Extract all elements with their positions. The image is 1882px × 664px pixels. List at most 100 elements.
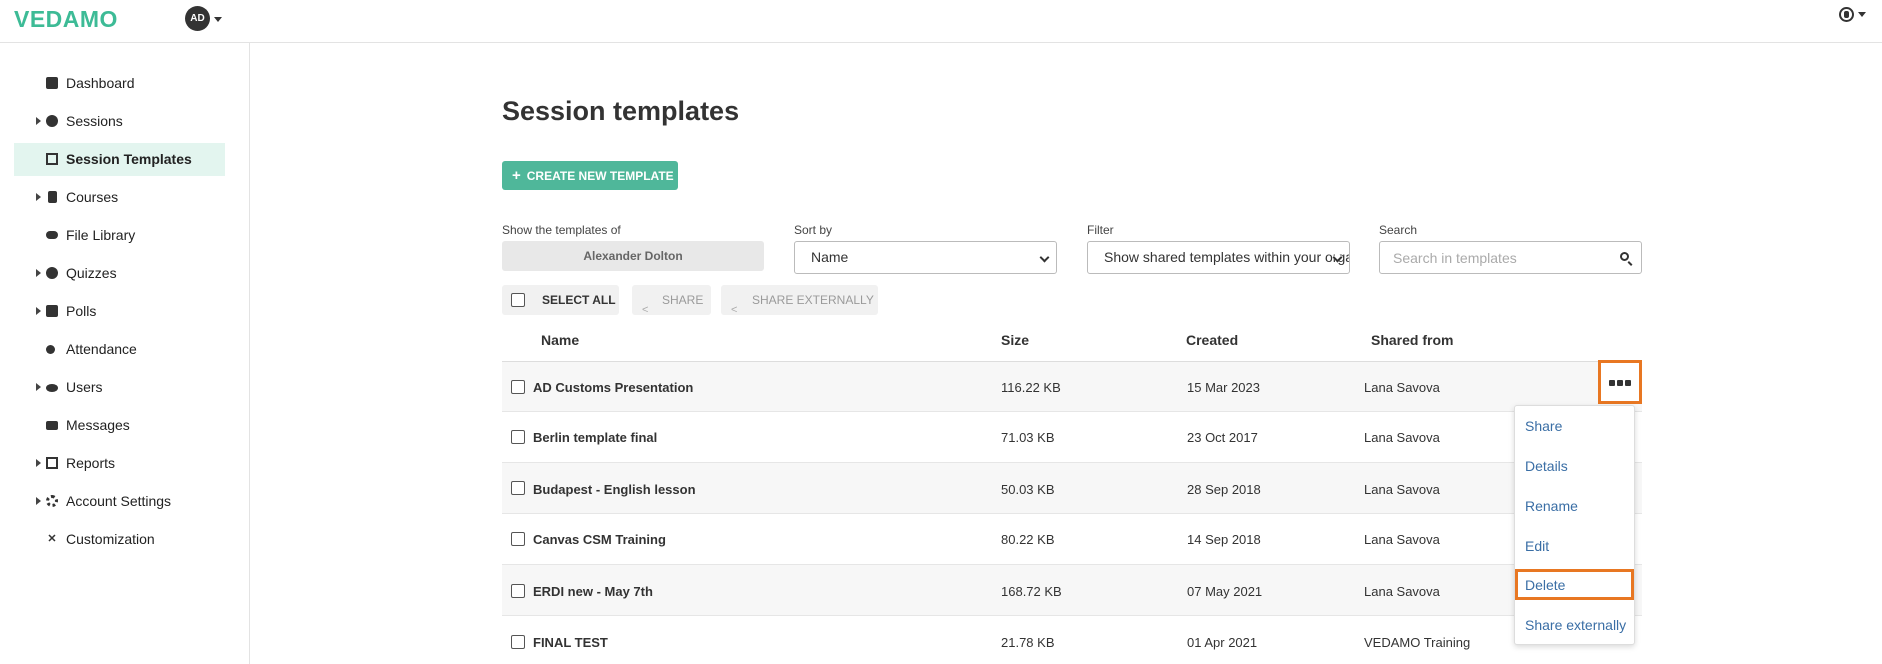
sidebar-item-courses[interactable]: Courses bbox=[14, 181, 225, 214]
sidebar-item-polls[interactable]: Polls bbox=[14, 295, 225, 328]
expand-arrow-icon[interactable] bbox=[36, 307, 41, 315]
gear-icon bbox=[46, 495, 58, 507]
user-avatar[interactable]: AD bbox=[185, 6, 210, 31]
template-icon bbox=[46, 153, 58, 165]
template-size: 116.22 KB bbox=[1001, 380, 1061, 395]
book-icon bbox=[48, 191, 57, 203]
template-name[interactable]: Canvas CSM Training bbox=[533, 532, 666, 547]
template-name[interactable]: FINAL TEST bbox=[533, 635, 608, 650]
template-name[interactable]: AD Customs Presentation bbox=[533, 380, 693, 395]
row-checkbox[interactable] bbox=[511, 532, 525, 546]
sidebar-item-label: Messages bbox=[66, 417, 130, 433]
menu-item-rename[interactable]: Rename bbox=[1525, 498, 1578, 514]
sort-value: Name bbox=[811, 249, 849, 265]
sidebar-item-label: Session Templates bbox=[66, 151, 192, 167]
sidebar-item-label: Users bbox=[66, 379, 103, 395]
table-row[interactable]: AD Customs Presentation 116.22 KB 15 Mar… bbox=[502, 362, 1642, 412]
expand-arrow-icon[interactable] bbox=[36, 497, 41, 505]
sidebar-item-sessions[interactable]: Sessions bbox=[14, 105, 225, 138]
column-header-created[interactable]: Created bbox=[1186, 332, 1238, 348]
sort-label: Sort by bbox=[794, 223, 833, 237]
menu-item-share[interactable]: Share bbox=[1525, 418, 1562, 434]
template-created: 01 Apr 2021 bbox=[1187, 635, 1258, 650]
create-button-label: CREATE NEW TEMPLATE bbox=[526, 169, 674, 183]
template-name[interactable]: Budapest - English lesson bbox=[533, 482, 696, 497]
sidebar-item-dashboard[interactable]: Dashboard bbox=[14, 67, 225, 100]
sidebar-item-label: Dashboard bbox=[66, 75, 135, 91]
share-button[interactable]: < SHARE bbox=[632, 285, 711, 316]
menu-item-details[interactable]: Details bbox=[1525, 458, 1568, 474]
row-checkbox[interactable] bbox=[511, 635, 525, 649]
template-created: 15 Mar 2023 bbox=[1187, 380, 1260, 395]
expand-arrow-icon[interactable] bbox=[36, 193, 41, 201]
row-checkbox[interactable] bbox=[511, 481, 525, 495]
table-row[interactable]: Budapest - English lesson 50.03 KB 28 Se… bbox=[502, 463, 1642, 514]
select-all-button[interactable]: SELECT ALL bbox=[502, 285, 619, 315]
sidebar-item-messages[interactable]: Messages bbox=[14, 409, 225, 442]
expand-arrow-icon[interactable] bbox=[36, 117, 41, 125]
expand-arrow-icon[interactable] bbox=[36, 383, 41, 391]
filter-select[interactable]: Show shared templates within your organi… bbox=[1087, 241, 1350, 274]
search-label: Search bbox=[1379, 223, 1418, 237]
template-shared-from: VEDAMO Training bbox=[1364, 635, 1471, 650]
template-shared-from: Lana Savova bbox=[1364, 532, 1440, 547]
vedamo-logo[interactable]: VEDAMO bbox=[14, 6, 118, 33]
language-dropdown-icon[interactable] bbox=[1858, 12, 1866, 17]
template-size: 21.78 KB bbox=[1001, 635, 1055, 650]
row-checkbox[interactable] bbox=[511, 430, 525, 444]
sidebar-item-attendance[interactable]: Attendance bbox=[14, 333, 225, 366]
globe-icon[interactable] bbox=[1839, 7, 1854, 22]
envelope-icon bbox=[46, 421, 58, 430]
sidebar-item-session-templates[interactable]: Session Templates bbox=[14, 143, 225, 176]
table-row[interactable]: Canvas CSM Training 80.22 KB 14 Sep 2018… bbox=[502, 514, 1642, 565]
more-dots-icon bbox=[1617, 380, 1623, 386]
column-header-size[interactable]: Size bbox=[1001, 332, 1029, 348]
menu-item-delete[interactable]: Delete bbox=[1525, 577, 1565, 593]
search-field[interactable] bbox=[1379, 241, 1642, 274]
template-name[interactable]: Berlin template final bbox=[533, 430, 657, 445]
create-new-template-button[interactable]: + CREATE NEW TEMPLATE bbox=[502, 161, 678, 190]
question-icon bbox=[46, 267, 58, 279]
share-externally-button[interactable]: < SHARE EXTERNALLY bbox=[721, 285, 878, 316]
column-header-shared-from[interactable]: Shared from bbox=[1371, 332, 1453, 348]
sidebar-item-users[interactable]: Users bbox=[14, 371, 225, 404]
filter-label: Filter bbox=[1087, 223, 1114, 237]
template-shared-from: Lana Savova bbox=[1364, 584, 1440, 599]
owner-label: Show the templates of bbox=[502, 223, 621, 237]
more-actions-button[interactable] bbox=[1598, 360, 1642, 404]
row-checkbox[interactable] bbox=[511, 380, 525, 394]
more-dots-icon bbox=[1625, 380, 1631, 386]
sidebar-item-label: Quizzes bbox=[66, 265, 117, 281]
dashboard-icon bbox=[46, 77, 58, 89]
table-row[interactable]: Berlin template final 71.03 KB 23 Oct 20… bbox=[502, 412, 1642, 463]
sidebar-item-quizzes[interactable]: Quizzes bbox=[14, 257, 225, 290]
menu-item-edit[interactable]: Edit bbox=[1525, 538, 1549, 554]
chevron-down-icon bbox=[1039, 252, 1050, 263]
sidebar-item-label: Customization bbox=[66, 531, 155, 547]
select-all-label: SELECT ALL bbox=[542, 293, 616, 307]
share-icon: < bbox=[642, 304, 649, 316]
expand-arrow-icon[interactable] bbox=[36, 269, 41, 277]
sidebar-item-label: Reports bbox=[66, 455, 116, 471]
select-all-checkbox[interactable] bbox=[511, 293, 525, 307]
search-icon[interactable] bbox=[1620, 252, 1629, 261]
sidebar-item-reports[interactable]: Reports bbox=[14, 447, 225, 480]
row-context-menu: Share Details Rename Edit Delete Share e… bbox=[1514, 405, 1635, 645]
avatar-dropdown-icon[interactable] bbox=[214, 17, 222, 22]
menu-item-share-externally[interactable]: Share externally bbox=[1525, 617, 1626, 633]
play-circle-icon bbox=[46, 115, 58, 127]
owner-selector[interactable]: Alexander Dolton bbox=[502, 241, 764, 271]
template-name[interactable]: ERDI new - May 7th bbox=[533, 584, 653, 599]
sidebar-item-account-settings[interactable]: Account Settings bbox=[14, 485, 225, 518]
table-row[interactable]: FINAL TEST 21.78 KB 01 Apr 2021 VEDAMO T… bbox=[502, 616, 1642, 664]
expand-arrow-icon[interactable] bbox=[36, 459, 41, 467]
search-input[interactable] bbox=[1393, 250, 1603, 266]
share-label: SHARE bbox=[662, 293, 704, 307]
row-checkbox[interactable] bbox=[511, 584, 525, 598]
table-row[interactable]: ERDI new - May 7th 168.72 KB 07 May 2021… bbox=[502, 565, 1642, 616]
sort-select[interactable]: Name bbox=[794, 241, 1057, 274]
column-header-name[interactable]: Name bbox=[541, 332, 579, 348]
sidebar-item-file-library[interactable]: File Library bbox=[14, 219, 225, 252]
tools-icon: ✕ bbox=[47, 533, 57, 545]
sidebar-item-customization[interactable]: ✕ Customization bbox=[14, 523, 225, 556]
